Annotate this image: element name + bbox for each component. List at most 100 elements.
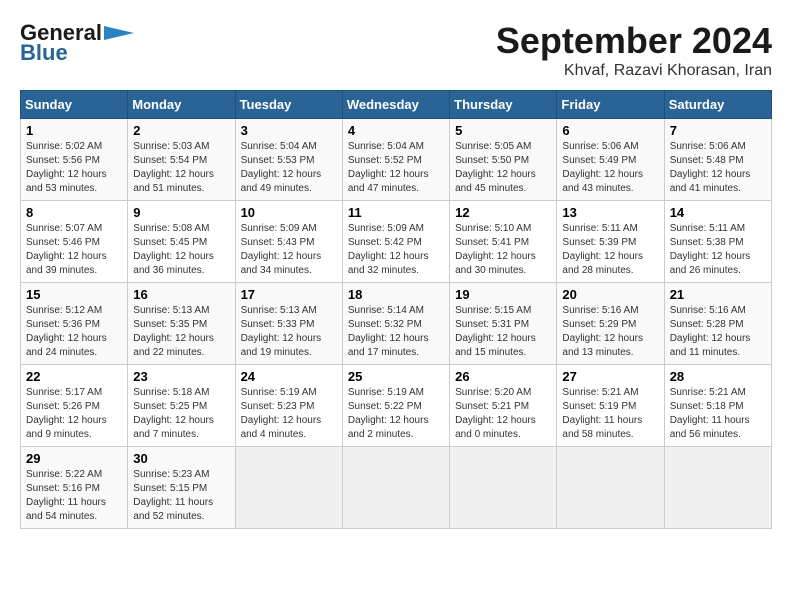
calendar-cell: 20 Sunrise: 5:16 AMSunset: 5:29 PMDaylig… — [557, 283, 664, 365]
day-info: Sunrise: 5:09 AMSunset: 5:42 PMDaylight:… — [348, 222, 444, 278]
calendar-cell: 4 Sunrise: 5:04 AMSunset: 5:52 PMDayligh… — [342, 119, 449, 201]
day-number: 30 — [133, 451, 229, 466]
day-info: Sunrise: 5:12 AMSunset: 5:36 PMDaylight:… — [26, 304, 122, 360]
calendar-cell: 6 Sunrise: 5:06 AMSunset: 5:49 PMDayligh… — [557, 119, 664, 201]
calendar-cell: 26 Sunrise: 5:20 AMSunset: 5:21 PMDaylig… — [450, 365, 557, 447]
calendar-cell: 16 Sunrise: 5:13 AMSunset: 5:35 PMDaylig… — [128, 283, 235, 365]
day-info: Sunrise: 5:21 AMSunset: 5:19 PMDaylight:… — [562, 386, 658, 442]
day-info: Sunrise: 5:07 AMSunset: 5:46 PMDaylight:… — [26, 222, 122, 278]
day-info: Sunrise: 5:13 AMSunset: 5:35 PMDaylight:… — [133, 304, 229, 360]
week-row-2: 8 Sunrise: 5:07 AMSunset: 5:46 PMDayligh… — [21, 201, 772, 283]
calendar-cell: 18 Sunrise: 5:14 AMSunset: 5:32 PMDaylig… — [342, 283, 449, 365]
calendar-cell: 15 Sunrise: 5:12 AMSunset: 5:36 PMDaylig… — [21, 283, 128, 365]
day-number: 29 — [26, 451, 122, 466]
day-info: Sunrise: 5:10 AMSunset: 5:41 PMDaylight:… — [455, 222, 551, 278]
day-number: 7 — [670, 123, 766, 138]
day-number: 17 — [241, 287, 337, 302]
day-number: 20 — [562, 287, 658, 302]
title-area: September 2024 Khvaf, Razavi Khorasan, I… — [496, 20, 772, 80]
day-info: Sunrise: 5:11 AMSunset: 5:39 PMDaylight:… — [562, 222, 658, 278]
day-info: Sunrise: 5:17 AMSunset: 5:26 PMDaylight:… — [26, 386, 122, 442]
calendar-cell: 8 Sunrise: 5:07 AMSunset: 5:46 PMDayligh… — [21, 201, 128, 283]
week-row-1: 1 Sunrise: 5:02 AMSunset: 5:56 PMDayligh… — [21, 119, 772, 201]
day-info: Sunrise: 5:03 AMSunset: 5:54 PMDaylight:… — [133, 140, 229, 196]
day-info: Sunrise: 5:23 AMSunset: 5:15 PMDaylight:… — [133, 468, 229, 524]
day-info: Sunrise: 5:21 AMSunset: 5:18 PMDaylight:… — [670, 386, 766, 442]
day-info: Sunrise: 5:19 AMSunset: 5:23 PMDaylight:… — [241, 386, 337, 442]
calendar-cell: 19 Sunrise: 5:15 AMSunset: 5:31 PMDaylig… — [450, 283, 557, 365]
day-info: Sunrise: 5:08 AMSunset: 5:45 PMDaylight:… — [133, 222, 229, 278]
calendar-cell — [342, 447, 449, 529]
column-header-tuesday: Tuesday — [235, 91, 342, 119]
day-number: 3 — [241, 123, 337, 138]
day-number: 12 — [455, 205, 551, 220]
day-number: 24 — [241, 369, 337, 384]
day-info: Sunrise: 5:19 AMSunset: 5:22 PMDaylight:… — [348, 386, 444, 442]
location-subtitle: Khvaf, Razavi Khorasan, Iran — [496, 62, 772, 80]
calendar-cell: 7 Sunrise: 5:06 AMSunset: 5:48 PMDayligh… — [664, 119, 771, 201]
day-number: 22 — [26, 369, 122, 384]
month-title: September 2024 — [496, 20, 772, 62]
column-header-monday: Monday — [128, 91, 235, 119]
day-number: 4 — [348, 123, 444, 138]
calendar-cell: 2 Sunrise: 5:03 AMSunset: 5:54 PMDayligh… — [128, 119, 235, 201]
day-info: Sunrise: 5:04 AMSunset: 5:53 PMDaylight:… — [241, 140, 337, 196]
calendar-cell: 1 Sunrise: 5:02 AMSunset: 5:56 PMDayligh… — [21, 119, 128, 201]
column-header-friday: Friday — [557, 91, 664, 119]
calendar-cell: 29 Sunrise: 5:22 AMSunset: 5:16 PMDaylig… — [21, 447, 128, 529]
day-info: Sunrise: 5:16 AMSunset: 5:28 PMDaylight:… — [670, 304, 766, 360]
column-header-sunday: Sunday — [21, 91, 128, 119]
calendar-cell — [450, 447, 557, 529]
day-number: 15 — [26, 287, 122, 302]
day-info: Sunrise: 5:04 AMSunset: 5:52 PMDaylight:… — [348, 140, 444, 196]
calendar-header-row: SundayMondayTuesdayWednesdayThursdayFrid… — [21, 91, 772, 119]
day-info: Sunrise: 5:15 AMSunset: 5:31 PMDaylight:… — [455, 304, 551, 360]
calendar-cell — [235, 447, 342, 529]
day-info: Sunrise: 5:11 AMSunset: 5:38 PMDaylight:… — [670, 222, 766, 278]
calendar-cell: 14 Sunrise: 5:11 AMSunset: 5:38 PMDaylig… — [664, 201, 771, 283]
calendar-cell: 27 Sunrise: 5:21 AMSunset: 5:19 PMDaylig… — [557, 365, 664, 447]
day-number: 1 — [26, 123, 122, 138]
calendar-cell — [557, 447, 664, 529]
week-row-3: 15 Sunrise: 5:12 AMSunset: 5:36 PMDaylig… — [21, 283, 772, 365]
day-number: 26 — [455, 369, 551, 384]
calendar-cell: 17 Sunrise: 5:13 AMSunset: 5:33 PMDaylig… — [235, 283, 342, 365]
day-info: Sunrise: 5:05 AMSunset: 5:50 PMDaylight:… — [455, 140, 551, 196]
day-info: Sunrise: 5:06 AMSunset: 5:49 PMDaylight:… — [562, 140, 658, 196]
calendar-cell: 25 Sunrise: 5:19 AMSunset: 5:22 PMDaylig… — [342, 365, 449, 447]
day-info: Sunrise: 5:13 AMSunset: 5:33 PMDaylight:… — [241, 304, 337, 360]
day-number: 5 — [455, 123, 551, 138]
day-info: Sunrise: 5:02 AMSunset: 5:56 PMDaylight:… — [26, 140, 122, 196]
calendar-table: SundayMondayTuesdayWednesdayThursdayFrid… — [20, 90, 772, 529]
day-number: 13 — [562, 205, 658, 220]
calendar-cell: 28 Sunrise: 5:21 AMSunset: 5:18 PMDaylig… — [664, 365, 771, 447]
calendar-cell: 13 Sunrise: 5:11 AMSunset: 5:39 PMDaylig… — [557, 201, 664, 283]
day-info: Sunrise: 5:14 AMSunset: 5:32 PMDaylight:… — [348, 304, 444, 360]
day-info: Sunrise: 5:06 AMSunset: 5:48 PMDaylight:… — [670, 140, 766, 196]
day-info: Sunrise: 5:09 AMSunset: 5:43 PMDaylight:… — [241, 222, 337, 278]
calendar-cell: 24 Sunrise: 5:19 AMSunset: 5:23 PMDaylig… — [235, 365, 342, 447]
day-number: 16 — [133, 287, 229, 302]
calendar-cell: 23 Sunrise: 5:18 AMSunset: 5:25 PMDaylig… — [128, 365, 235, 447]
day-number: 9 — [133, 205, 229, 220]
calendar-cell: 22 Sunrise: 5:17 AMSunset: 5:26 PMDaylig… — [21, 365, 128, 447]
logo-arrow-icon — [104, 26, 134, 40]
day-info: Sunrise: 5:18 AMSunset: 5:25 PMDaylight:… — [133, 386, 229, 442]
week-row-4: 22 Sunrise: 5:17 AMSunset: 5:26 PMDaylig… — [21, 365, 772, 447]
day-number: 8 — [26, 205, 122, 220]
week-row-5: 29 Sunrise: 5:22 AMSunset: 5:16 PMDaylig… — [21, 447, 772, 529]
calendar-cell — [664, 447, 771, 529]
day-number: 27 — [562, 369, 658, 384]
column-header-thursday: Thursday — [450, 91, 557, 119]
day-info: Sunrise: 5:20 AMSunset: 5:21 PMDaylight:… — [455, 386, 551, 442]
day-number: 28 — [670, 369, 766, 384]
column-header-saturday: Saturday — [664, 91, 771, 119]
day-number: 21 — [670, 287, 766, 302]
day-number: 6 — [562, 123, 658, 138]
day-number: 11 — [348, 205, 444, 220]
day-number: 23 — [133, 369, 229, 384]
day-number: 25 — [348, 369, 444, 384]
calendar-cell: 21 Sunrise: 5:16 AMSunset: 5:28 PMDaylig… — [664, 283, 771, 365]
calendar-cell: 30 Sunrise: 5:23 AMSunset: 5:15 PMDaylig… — [128, 447, 235, 529]
calendar-cell: 5 Sunrise: 5:05 AMSunset: 5:50 PMDayligh… — [450, 119, 557, 201]
